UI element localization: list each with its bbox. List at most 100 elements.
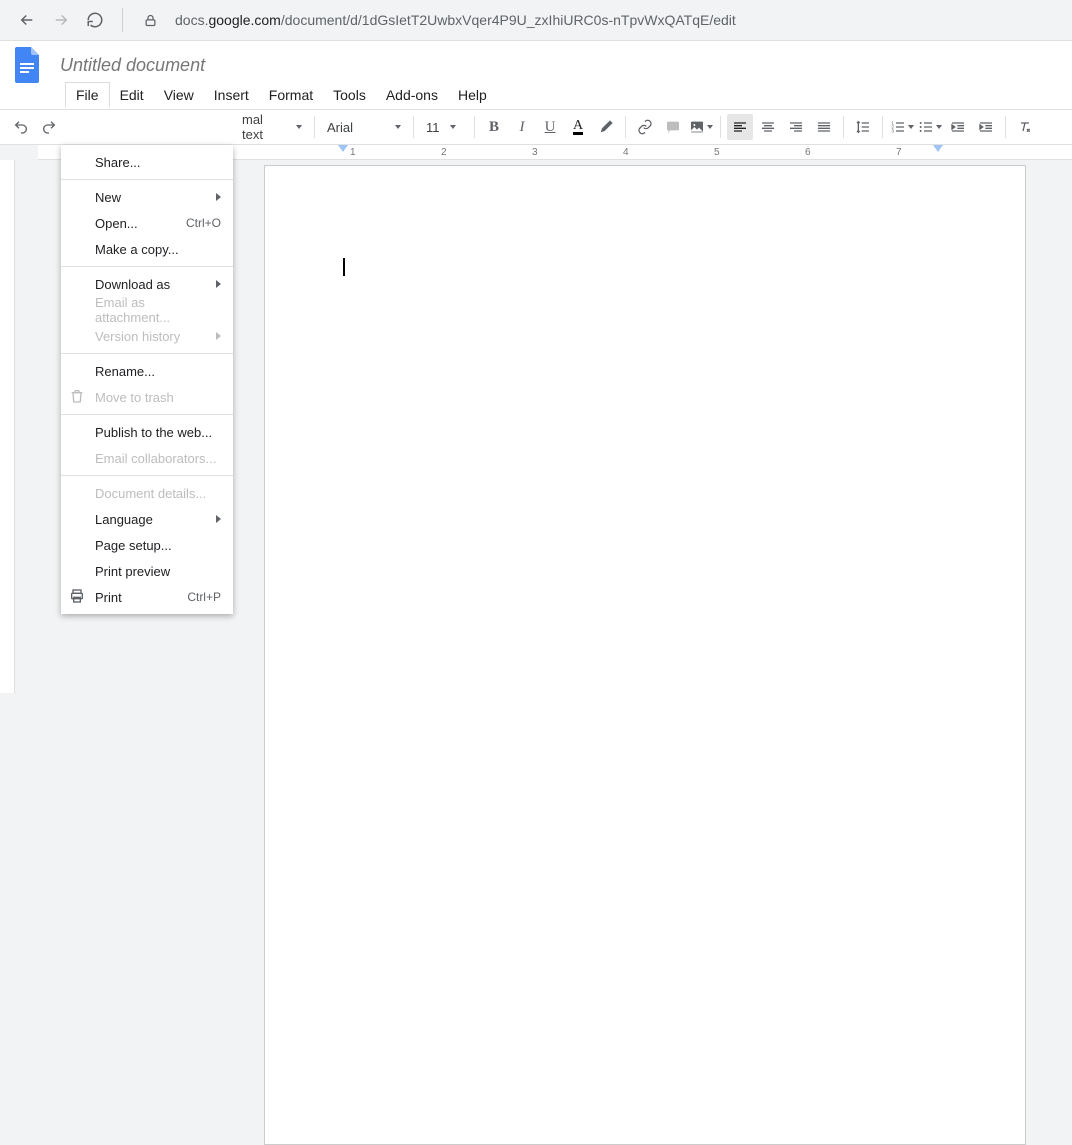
menu-make-copy[interactable]: Make a copy...	[61, 236, 233, 262]
toolbar: mal text Arial 11 B I U A 123	[0, 109, 1072, 145]
menu-move-to-trash: Move to trash	[61, 384, 233, 410]
link-button[interactable]	[632, 114, 658, 140]
bulleted-list-button[interactable]	[917, 114, 943, 140]
menu-edit[interactable]: Edit	[110, 83, 154, 107]
clear-format-button[interactable]	[1012, 114, 1038, 140]
underline-button[interactable]: U	[537, 114, 563, 140]
image-button[interactable]	[688, 114, 714, 140]
menu-open[interactable]: Open...Ctrl+O	[61, 210, 233, 236]
separator	[61, 414, 233, 415]
submenu-arrow-icon	[216, 515, 221, 523]
menu-new[interactable]: New	[61, 184, 233, 210]
ruler-tick: 5	[714, 147, 720, 158]
italic-button[interactable]: I	[509, 114, 535, 140]
vertical-ruler[interactable]	[0, 160, 15, 693]
chevron-down-icon	[296, 125, 302, 129]
text-color-button[interactable]: A	[565, 114, 591, 140]
chevron-down-icon	[707, 125, 713, 129]
url-bar[interactable]: docs.google.com/document/d/1dGsIetT2Uwbx…	[175, 12, 736, 28]
separator	[720, 116, 721, 138]
line-spacing-button[interactable]	[850, 114, 876, 140]
forward-button[interactable]	[46, 5, 76, 35]
reload-button[interactable]	[80, 5, 110, 35]
redo-button[interactable]	[36, 114, 62, 140]
comment-button[interactable]	[660, 114, 686, 140]
menu-document-details: Document details...	[61, 480, 233, 506]
chevron-down-icon	[450, 125, 456, 129]
menu-email-attachment: Email as attachment...	[61, 297, 233, 323]
file-menu-dropdown: Share... New Open...Ctrl+O Make a copy..…	[61, 145, 233, 614]
menu-bar: File Edit View Insert Format Tools Add-o…	[10, 81, 1062, 109]
menu-rename[interactable]: Rename...	[61, 358, 233, 384]
docs-logo[interactable]	[10, 47, 46, 83]
doc-title[interactable]: Untitled document	[60, 55, 205, 76]
ruler-tick: 7	[896, 147, 902, 158]
fontsize-dropdown[interactable]: 11	[420, 114, 468, 140]
submenu-arrow-icon	[216, 193, 221, 201]
menu-format[interactable]: Format	[259, 83, 323, 107]
align-center-button[interactable]	[755, 114, 781, 140]
separator	[843, 116, 844, 138]
doc-header: Untitled document File Edit View Insert …	[0, 41, 1072, 109]
menu-language[interactable]: Language	[61, 506, 233, 532]
ruler-tick: 6	[805, 147, 811, 158]
url-path: /document/d/1dGsIetT2UwbxVqer4P9U_zxIhiU…	[281, 12, 736, 28]
menu-insert[interactable]: Insert	[204, 83, 259, 107]
chevron-down-icon	[936, 125, 942, 129]
shortcut-label: Ctrl+P	[187, 590, 221, 604]
ruler-tick: 1	[350, 147, 356, 158]
separator	[882, 116, 883, 138]
separator	[61, 475, 233, 476]
menu-share[interactable]: Share...	[61, 149, 233, 175]
fontsize-label: 11	[426, 120, 440, 135]
align-justify-button[interactable]	[811, 114, 837, 140]
menu-page-setup[interactable]: Page setup...	[61, 532, 233, 558]
align-left-button[interactable]	[727, 114, 753, 140]
decrease-indent-button[interactable]	[945, 114, 971, 140]
align-right-button[interactable]	[783, 114, 809, 140]
styles-dropdown[interactable]: mal text	[236, 114, 308, 140]
url-prefix: docs.	[175, 12, 208, 28]
shortcut-label: Ctrl+O	[186, 216, 221, 230]
menu-help[interactable]: Help	[448, 83, 497, 107]
highlight-button[interactable]	[593, 114, 619, 140]
menu-publish-web[interactable]: Publish to the web...	[61, 419, 233, 445]
separator	[1005, 116, 1006, 138]
separator	[61, 353, 233, 354]
trash-icon	[69, 388, 85, 404]
undo-button[interactable]	[8, 114, 34, 140]
bold-button[interactable]: B	[481, 114, 507, 140]
menu-download-as[interactable]: Download as	[61, 271, 233, 297]
browser-bar: docs.google.com/document/d/1dGsIetT2Uwbx…	[0, 0, 1072, 41]
document-page[interactable]	[264, 165, 1026, 1145]
separator	[474, 116, 475, 138]
menu-view[interactable]: View	[154, 83, 204, 107]
menu-tools[interactable]: Tools	[323, 83, 376, 107]
lock-icon	[135, 5, 165, 35]
styles-label: mal text	[242, 112, 286, 142]
indent-marker-right[interactable]	[933, 145, 943, 152]
menu-email-collaborators: Email collaborators...	[61, 445, 233, 471]
numbered-list-button[interactable]: 123	[889, 114, 915, 140]
menu-addons[interactable]: Add-ons	[376, 83, 448, 107]
url-host: google.com	[208, 12, 280, 28]
text-cursor	[343, 258, 345, 276]
menu-print[interactable]: PrintCtrl+P	[61, 584, 233, 610]
menu-file[interactable]: File	[65, 82, 110, 108]
separator	[61, 179, 233, 180]
increase-indent-button[interactable]	[973, 114, 999, 140]
menu-print-preview[interactable]: Print preview	[61, 558, 233, 584]
separator	[625, 116, 626, 138]
print-icon	[69, 588, 85, 604]
separator	[122, 8, 123, 32]
separator	[314, 116, 315, 138]
indent-marker-left[interactable]	[338, 145, 348, 152]
submenu-arrow-icon	[216, 332, 221, 340]
ruler-tick: 3	[532, 147, 538, 158]
back-button[interactable]	[12, 5, 42, 35]
ruler-tick: 4	[623, 147, 629, 158]
separator	[413, 116, 414, 138]
menu-version-history: Version history	[61, 323, 233, 349]
chevron-down-icon	[395, 125, 401, 129]
font-dropdown[interactable]: Arial	[321, 114, 407, 140]
